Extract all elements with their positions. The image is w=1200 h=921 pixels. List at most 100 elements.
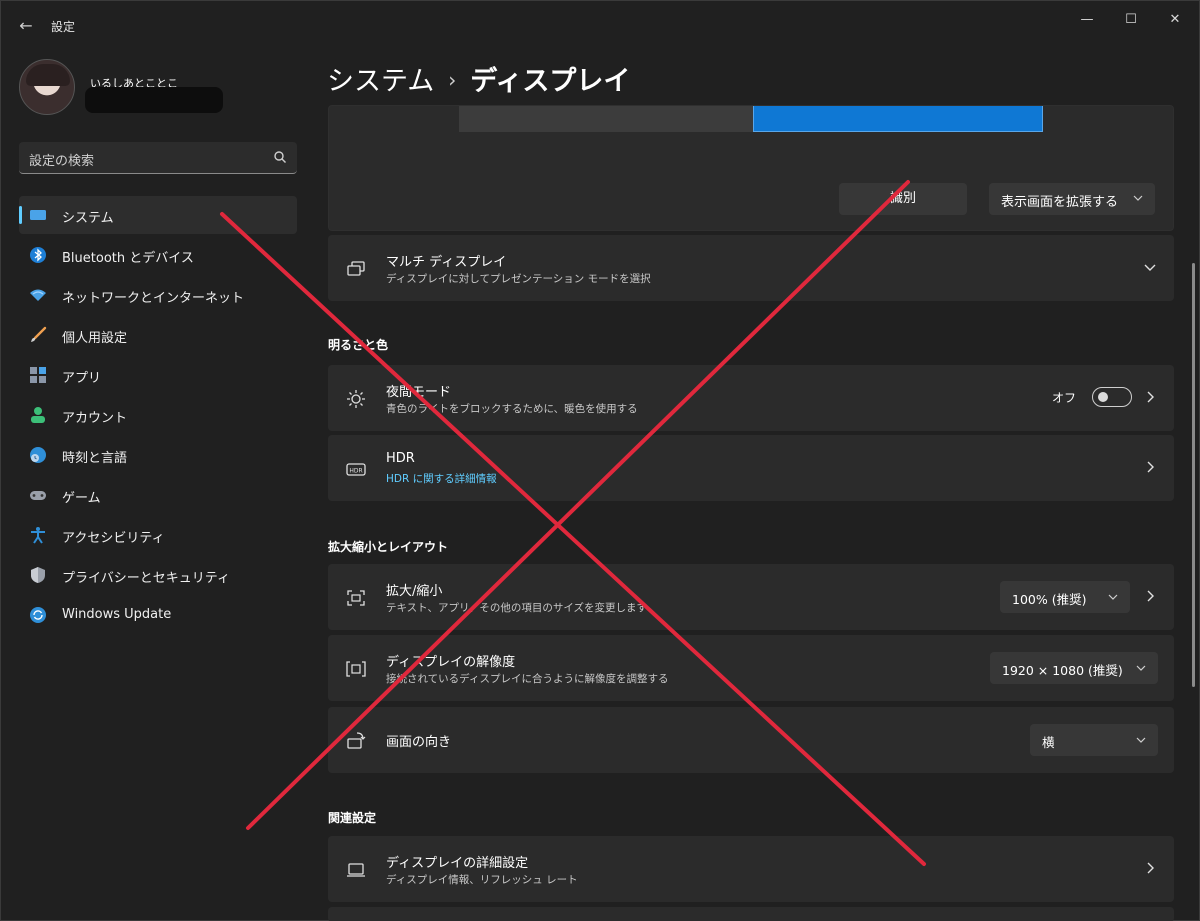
shield-icon bbox=[31, 567, 45, 583]
chevron-right-icon[interactable] bbox=[1144, 862, 1156, 874]
section-related-settings: 関連設定 bbox=[328, 811, 377, 825]
multi-display-icon bbox=[347, 261, 365, 276]
sidebar-item-label: プライバシーとセキュリティ bbox=[62, 571, 230, 586]
section-brightness-color: 明るさと色 bbox=[328, 338, 389, 352]
back-button[interactable]: ← bbox=[15, 15, 37, 37]
wifi-icon bbox=[30, 289, 46, 301]
settings-window: ← 設定 — ☐ ✕ いるしあとことこ 設定の検索 システム Bluetooth… bbox=[0, 0, 1200, 921]
multi-display-row[interactable]: マルチ ディスプレイ ディスプレイに対してプレゼンテーション モードを選択 bbox=[328, 235, 1174, 301]
svg-text:HDR: HDR bbox=[349, 468, 362, 475]
accessibility-icon bbox=[31, 527, 45, 544]
sidebar-item-system[interactable]: システム bbox=[19, 196, 297, 234]
display-arrangement-card: 識別 表示画面を拡張する bbox=[328, 105, 1174, 231]
sidebar-item-network[interactable]: ネットワークとインターネット bbox=[19, 276, 297, 314]
avatar-hair bbox=[26, 64, 70, 86]
scrollbar[interactable] bbox=[1192, 263, 1195, 687]
title-bar: ← 設定 — ☐ ✕ bbox=[1, 1, 1200, 49]
scale-icon bbox=[347, 590, 365, 606]
extend-display-value: 表示画面を拡張する bbox=[1001, 195, 1119, 210]
globe-clock-icon bbox=[30, 447, 46, 463]
sidebar-item-accessibility[interactable]: アクセシビリティ bbox=[19, 516, 297, 554]
monitor-1-preview[interactable] bbox=[753, 106, 1043, 132]
multi-display-subtitle: ディスプレイに対してプレゼンテーション モードを選択 bbox=[386, 273, 651, 285]
avatar bbox=[19, 59, 75, 115]
chevron-down-icon bbox=[1108, 594, 1118, 600]
sidebar-item-label: アカウント bbox=[62, 411, 128, 426]
monitor-icon bbox=[30, 210, 46, 220]
resolution-subtitle: 接続されているディスプレイに合うように解像度を調整する bbox=[386, 673, 669, 685]
sidebar-item-label: アプリ bbox=[62, 371, 102, 386]
sidebar-item-privacy[interactable]: プライバシーとセキュリティ bbox=[19, 556, 297, 594]
sidebar-item-label: ゲーム bbox=[62, 491, 101, 506]
sidebar-item-windows-update[interactable]: Windows Update bbox=[19, 596, 297, 634]
bluetooth-icon bbox=[30, 247, 46, 263]
resolution-value: 1920 × 1080 (推奨) bbox=[1002, 663, 1123, 678]
scale-dropdown[interactable]: 100% (推奨) bbox=[1000, 581, 1130, 613]
chevron-down-icon bbox=[1136, 737, 1146, 743]
sidebar-item-personalization[interactable]: 個人用設定 bbox=[19, 316, 297, 354]
chevron-down-icon[interactable] bbox=[1144, 261, 1156, 273]
sidebar-item-label: ネットワークとインターネット bbox=[62, 291, 245, 306]
resolution-icon bbox=[346, 661, 366, 677]
minimize-button[interactable]: — bbox=[1067, 9, 1107, 31]
orientation-icon bbox=[347, 732, 366, 749]
orientation-row[interactable]: 画面の向き 横 bbox=[328, 707, 1174, 773]
profile-email-redacted bbox=[85, 87, 223, 113]
update-icon bbox=[30, 607, 46, 623]
sidebar-item-gaming[interactable]: ゲーム bbox=[19, 476, 297, 514]
night-light-toggle-label: オフ bbox=[1051, 391, 1076, 405]
hdr-row[interactable]: HDR HDR HDR に関する詳細情報 bbox=[328, 435, 1174, 501]
next-settings-row-partial[interactable] bbox=[328, 907, 1174, 921]
chevron-right-icon[interactable] bbox=[1144, 391, 1156, 403]
person-icon bbox=[31, 407, 45, 423]
scale-title: 拡大/縮小 bbox=[386, 584, 443, 599]
chevron-down-icon bbox=[1136, 665, 1146, 671]
chevron-down-icon bbox=[1133, 195, 1143, 201]
search-placeholder: 設定の検索 bbox=[29, 154, 95, 169]
night-light-row[interactable]: 夜間モード 青色のライトをブロックするために、暖色を使用する オフ bbox=[328, 365, 1174, 431]
hdr-title: HDR bbox=[386, 451, 415, 466]
sidebar-item-label: 個人用設定 bbox=[62, 331, 128, 346]
orientation-value: 横 bbox=[1042, 735, 1055, 750]
resolution-dropdown[interactable]: 1920 × 1080 (推奨) bbox=[990, 652, 1158, 684]
brush-icon bbox=[31, 326, 47, 342]
scale-subtitle: テキスト、アプリ、その他の項目のサイズを変更します bbox=[386, 602, 648, 614]
scale-row[interactable]: 拡大/縮小 テキスト、アプリ、その他の項目のサイズを変更します 100% (推奨… bbox=[328, 564, 1174, 630]
sidebar-item-accounts[interactable]: アカウント bbox=[19, 396, 297, 434]
night-light-icon bbox=[347, 390, 365, 408]
resolution-row[interactable]: ディスプレイの解像度 接続されているディスプレイに合うように解像度を調整する 1… bbox=[328, 635, 1174, 701]
sidebar-item-label: 時刻と言語 bbox=[62, 451, 128, 466]
monitor-2-preview[interactable] bbox=[459, 106, 753, 132]
sidebar-item-label: Bluetooth とデバイス bbox=[62, 251, 194, 266]
hdr-learn-more-link[interactable]: HDR に関する詳細情報 bbox=[386, 471, 497, 486]
page-title: ディスプレイ bbox=[470, 66, 631, 97]
orientation-title: 画面の向き bbox=[386, 735, 452, 750]
gamepad-icon bbox=[30, 491, 46, 500]
night-light-toggle[interactable] bbox=[1092, 387, 1132, 407]
sidebar-nav: システム Bluetooth とデバイス ネットワークとインターネット 個人用設… bbox=[19, 196, 297, 636]
close-button[interactable]: ✕ bbox=[1155, 9, 1195, 31]
sidebar-item-label: システム bbox=[62, 211, 114, 226]
section-scale-layout: 拡大縮小とレイアウト bbox=[328, 540, 449, 554]
advanced-display-subtitle: ディスプレイ情報、リフレッシュ レート bbox=[386, 874, 578, 886]
search-icon bbox=[274, 151, 286, 163]
breadcrumb-parent[interactable]: システム bbox=[327, 66, 434, 97]
orientation-dropdown[interactable]: 横 bbox=[1030, 724, 1158, 756]
maximize-button[interactable]: ☐ bbox=[1111, 9, 1151, 31]
identify-button[interactable]: 識別 bbox=[839, 183, 967, 215]
hdr-icon: HDR bbox=[346, 463, 366, 476]
sidebar-item-apps[interactable]: アプリ bbox=[19, 356, 297, 394]
chevron-right-icon[interactable] bbox=[1144, 590, 1156, 602]
sidebar-item-time-language[interactable]: 時刻と言語 bbox=[19, 436, 297, 474]
sidebar-item-label: Windows Update bbox=[62, 607, 172, 622]
search-input[interactable]: 設定の検索 bbox=[19, 142, 297, 174]
breadcrumb: システム › ディスプレイ bbox=[327, 59, 630, 98]
chevron-right-icon[interactable] bbox=[1144, 461, 1156, 473]
sidebar-item-bluetooth[interactable]: Bluetooth とデバイス bbox=[19, 236, 297, 274]
scale-value: 100% (推奨) bbox=[1012, 592, 1087, 607]
display-icon bbox=[347, 863, 365, 877]
extend-display-select[interactable]: 表示画面を拡張する bbox=[989, 183, 1155, 215]
app-title: 設定 bbox=[51, 20, 76, 34]
advanced-display-row[interactable]: ディスプレイの詳細設定 ディスプレイ情報、リフレッシュ レート bbox=[328, 836, 1174, 902]
advanced-display-title: ディスプレイの詳細設定 bbox=[386, 856, 529, 871]
